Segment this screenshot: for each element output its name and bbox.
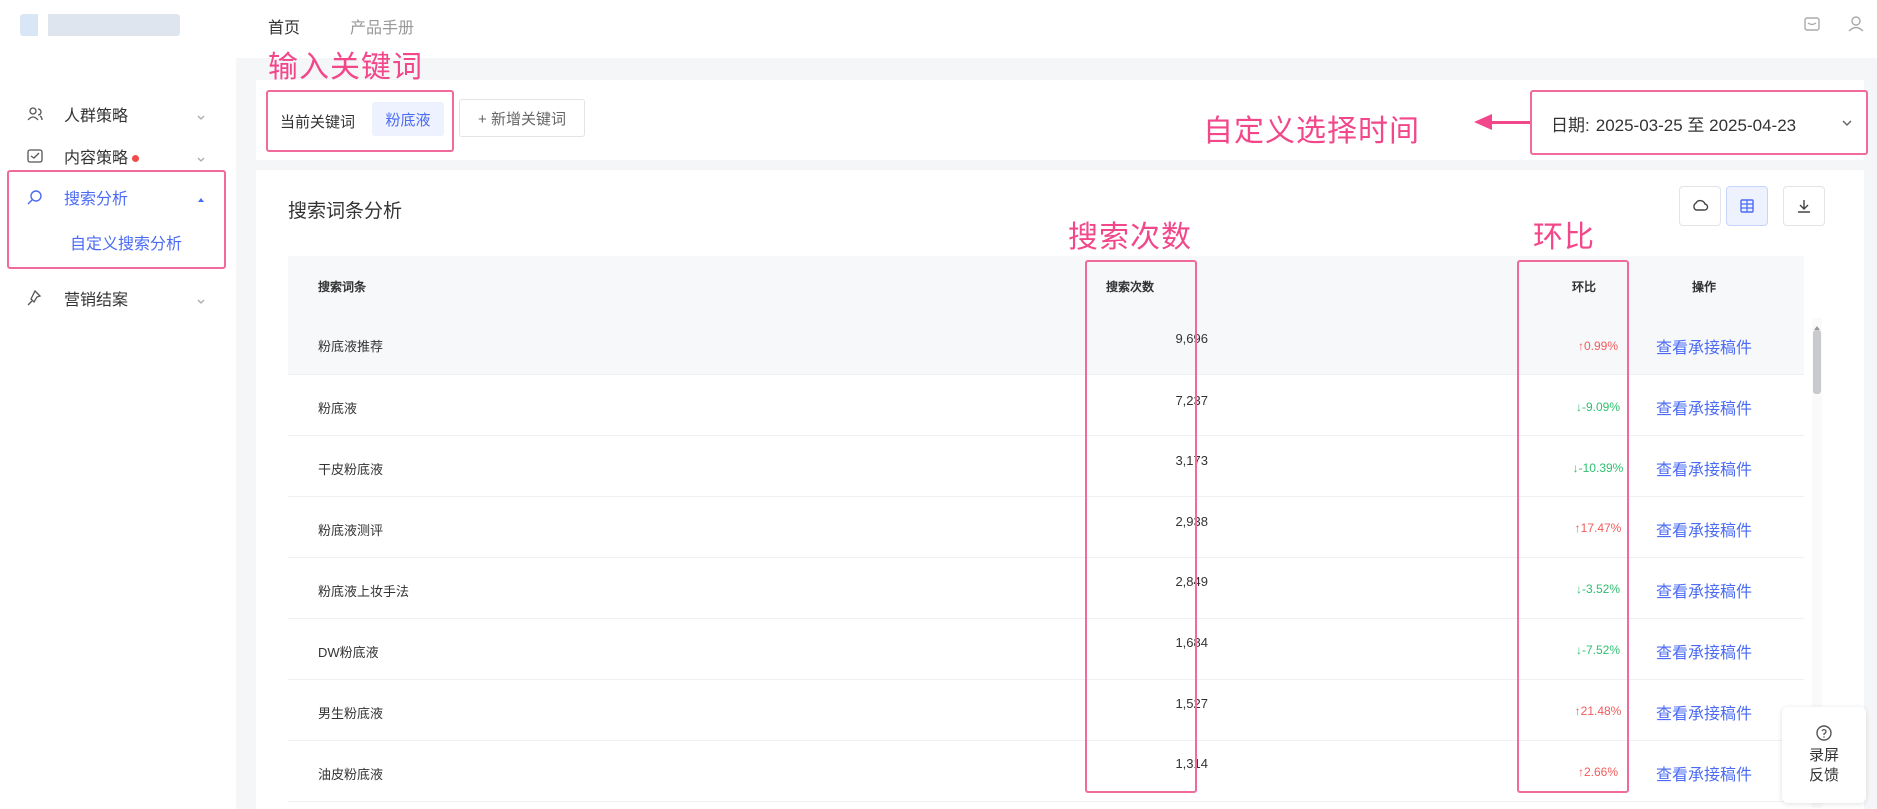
- table-view-button[interactable]: [1726, 186, 1768, 226]
- panel-title: 搜索词条分析: [288, 201, 403, 222]
- sidebar-item-search-analysis[interactable]: 搜索分析: [0, 177, 236, 217]
- sidebar-item-text: 内容策略: [64, 150, 129, 167]
- cell-count: 3,173: [1175, 453, 1208, 468]
- help-icon: [1816, 725, 1832, 741]
- table-row: 干皮粉底液 3,173 ↓-10.39% 查看承接稿件: [288, 436, 1804, 497]
- cell-ratio: ↑17.47%: [1574, 521, 1622, 535]
- date-label: 日期:: [1551, 115, 1590, 135]
- cell-ratio: ↑0.99%: [1577, 339, 1619, 353]
- sidebar: 人群策略 内容策略 搜索分析 自定义搜索分析 营销结案: [0, 58, 236, 809]
- chevron-down-icon: [196, 109, 206, 120]
- search-icon: [26, 188, 44, 206]
- annotation-arrow-head: [1474, 114, 1492, 130]
- cell-term: 粉底液: [318, 401, 358, 416]
- view-articles-link[interactable]: 查看承接稿件: [1656, 578, 1752, 602]
- view-articles-link[interactable]: 查看承接稿件: [1656, 639, 1752, 663]
- cell-term: 粉底液推荐: [318, 339, 384, 354]
- mail-icon[interactable]: [1802, 14, 1822, 34]
- tab-home[interactable]: 首页: [268, 14, 300, 38]
- download-button[interactable]: [1783, 186, 1825, 226]
- chevron-up-icon: [196, 192, 206, 202]
- table-row: 男生粉底液 1,527 ↑21.48% 查看承接稿件: [288, 680, 1804, 741]
- cell-count: 9,696: [1175, 331, 1208, 346]
- logo-placeholder: [20, 14, 180, 36]
- sidebar-item-marketing[interactable]: 营销结案: [0, 278, 236, 318]
- sidebar-item-label: 营销结案: [64, 292, 129, 309]
- cell-ratio: ↓-3.52%: [1575, 582, 1621, 596]
- column-header-ratio: 环比: [1572, 280, 1597, 294]
- content-icon: [26, 147, 44, 165]
- cell-term: 干皮粉底液: [318, 462, 384, 477]
- view-articles-link[interactable]: 查看承接稿件: [1656, 456, 1752, 480]
- table-row: DW粉底液 1,684 ↓-7.52% 查看承接稿件: [288, 619, 1804, 680]
- column-header-count: 搜索次数: [1106, 280, 1155, 294]
- table-row: 粉底液 7,237 ↓-9.09% 查看承接稿件: [288, 375, 1804, 436]
- feedback-label-2: 反馈: [1808, 767, 1839, 784]
- date-value: 2025-03-25 至 2025-04-23: [1595, 115, 1797, 135]
- table-row: 油皮粉底液 1,314 ↑2.66% 查看承接稿件: [288, 741, 1804, 802]
- tab-product-manual[interactable]: 产品手册: [350, 14, 414, 38]
- notification-dot: [132, 155, 140, 163]
- current-keyword-label: 当前关键词: [280, 114, 356, 131]
- cloud-view-button[interactable]: [1679, 186, 1721, 226]
- sidebar-item-audience[interactable]: 人群策略: [0, 94, 236, 134]
- sidebar-item-label: 内容策略: [64, 144, 140, 168]
- add-keyword-button[interactable]: + 新增关键词: [459, 99, 585, 137]
- annotation-date: 自定义选择时间: [1203, 115, 1420, 148]
- chevron-down-icon: [1840, 115, 1854, 129]
- cell-ratio: ↓-9.09%: [1575, 400, 1621, 414]
- cell-count: 2,938: [1175, 514, 1208, 529]
- view-articles-link[interactable]: 查看承接稿件: [1656, 761, 1752, 785]
- date-range-picker[interactable]: 日期: 2025-03-25 至 2025-04-23: [1533, 93, 1866, 153]
- keyword-chip[interactable]: 粉底液: [372, 102, 444, 136]
- annotation-count: 搜索次数: [1068, 221, 1192, 254]
- table-row: 粉底液推荐 9,696 ↑0.99% 查看承接稿件: [288, 314, 1804, 375]
- view-articles-link[interactable]: 查看承接稿件: [1656, 517, 1752, 541]
- view-articles-link[interactable]: 查看承接稿件: [1656, 395, 1752, 419]
- sidebar-item-label: 人群策略: [64, 108, 129, 125]
- user-icon[interactable]: [1846, 14, 1866, 34]
- cell-term: DW粉底液: [318, 645, 379, 660]
- view-articles-link[interactable]: 查看承接稿件: [1656, 700, 1752, 724]
- cell-count: 2,849: [1175, 574, 1208, 589]
- cell-ratio: ↓-7.52%: [1575, 643, 1621, 657]
- pin-icon: [26, 289, 44, 307]
- cell-count: 7,237: [1175, 393, 1208, 408]
- annotation-keyword: 输入关键词: [268, 51, 423, 84]
- cell-count: 1,527: [1175, 696, 1208, 711]
- cell-term: 油皮粉底液: [318, 767, 384, 782]
- cell-count: 1,684: [1175, 635, 1208, 650]
- cell-term: 男生粉底液: [318, 706, 384, 721]
- table-row: 粉底液测评 2,938 ↑17.47% 查看承接稿件: [288, 497, 1804, 558]
- audience-icon: [26, 105, 44, 123]
- cell-term: 粉底液上妆手法: [318, 584, 410, 599]
- annotation-arrow: [1492, 121, 1532, 124]
- scrollbar-thumb[interactable]: [1813, 330, 1821, 394]
- sidebar-item-label: 搜索分析: [64, 191, 129, 208]
- table-row: 粉底液上妆手法 2,849 ↓-3.52% 查看承接稿件: [288, 558, 1804, 619]
- cell-ratio: ↓-10.39%: [1572, 461, 1624, 475]
- scroll-up-icon[interactable]: [1812, 319, 1822, 330]
- column-header-term: 搜索词条: [318, 280, 367, 294]
- cell-ratio: ↑2.66%: [1577, 765, 1619, 779]
- column-header-action: 操作: [1692, 280, 1717, 294]
- view-articles-link[interactable]: 查看承接稿件: [1656, 334, 1752, 358]
- annotation-ratio: 环比: [1533, 221, 1595, 254]
- chevron-down-icon: [196, 293, 206, 304]
- cell-ratio: ↑21.48%: [1574, 704, 1622, 718]
- chevron-down-icon: [196, 151, 206, 162]
- sidebar-item-content[interactable]: 内容策略: [0, 136, 236, 176]
- cell-count: 1,314: [1175, 756, 1208, 771]
- record-feedback-button[interactable]: 录屏 反馈: [1782, 707, 1866, 803]
- feedback-label-1: 录屏: [1808, 747, 1839, 764]
- sidebar-subitem-custom-search[interactable]: 自定义搜索分析: [70, 230, 182, 254]
- cell-term: 粉底液测评: [318, 523, 384, 538]
